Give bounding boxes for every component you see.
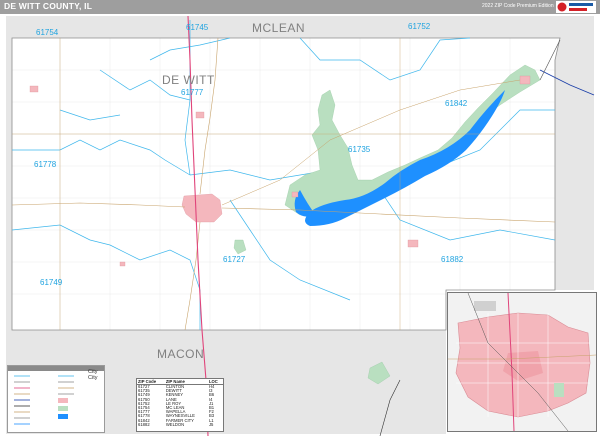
map-title: DE WITT COUNTY, IL [4,1,93,11]
table-row: 61882 WELDON J5 [137,421,223,427]
zip-cell: 61882 [138,421,150,427]
edition-label: 2022 ZIP Code Premium Edition [482,3,554,9]
zip-label: 61735 [348,145,371,154]
legend-city-label: City [88,375,98,381]
zip-label: 61727 [223,255,246,264]
publisher-logo-icon [556,1,596,13]
zip-label: 61842 [445,99,468,108]
county-label-north: MCLEAN [252,21,305,35]
zip-label: 61882 [441,255,464,264]
legend-city-labels: City City [88,369,97,381]
county-label-center: DE WITT [162,73,215,87]
map-frame: DE WITT COUNTY, IL 2022 ZIP Code Premium… [0,0,600,436]
loc-cell: J5 [208,421,214,427]
inset-map-graphic [448,293,596,431]
zip-label: 61778 [34,160,57,169]
map-legend: City City [7,365,105,433]
zip-label: 61752 [408,22,431,31]
city-inset-map [447,292,597,432]
zip-label: 61745 [186,23,209,32]
county-label-south: MACON [157,347,204,361]
zip-label: 61777 [181,88,204,97]
zip-code-table: ZIP Code ZIP Name LOC 61727 CLINTON H4 617… [136,378,224,432]
zip-label: 61749 [40,278,63,287]
title-bar: DE WITT COUNTY, IL 2022 ZIP Code Premium… [0,0,600,14]
zip-name-cell: WELDON [165,421,185,427]
zip-label: 61754 [36,28,59,37]
